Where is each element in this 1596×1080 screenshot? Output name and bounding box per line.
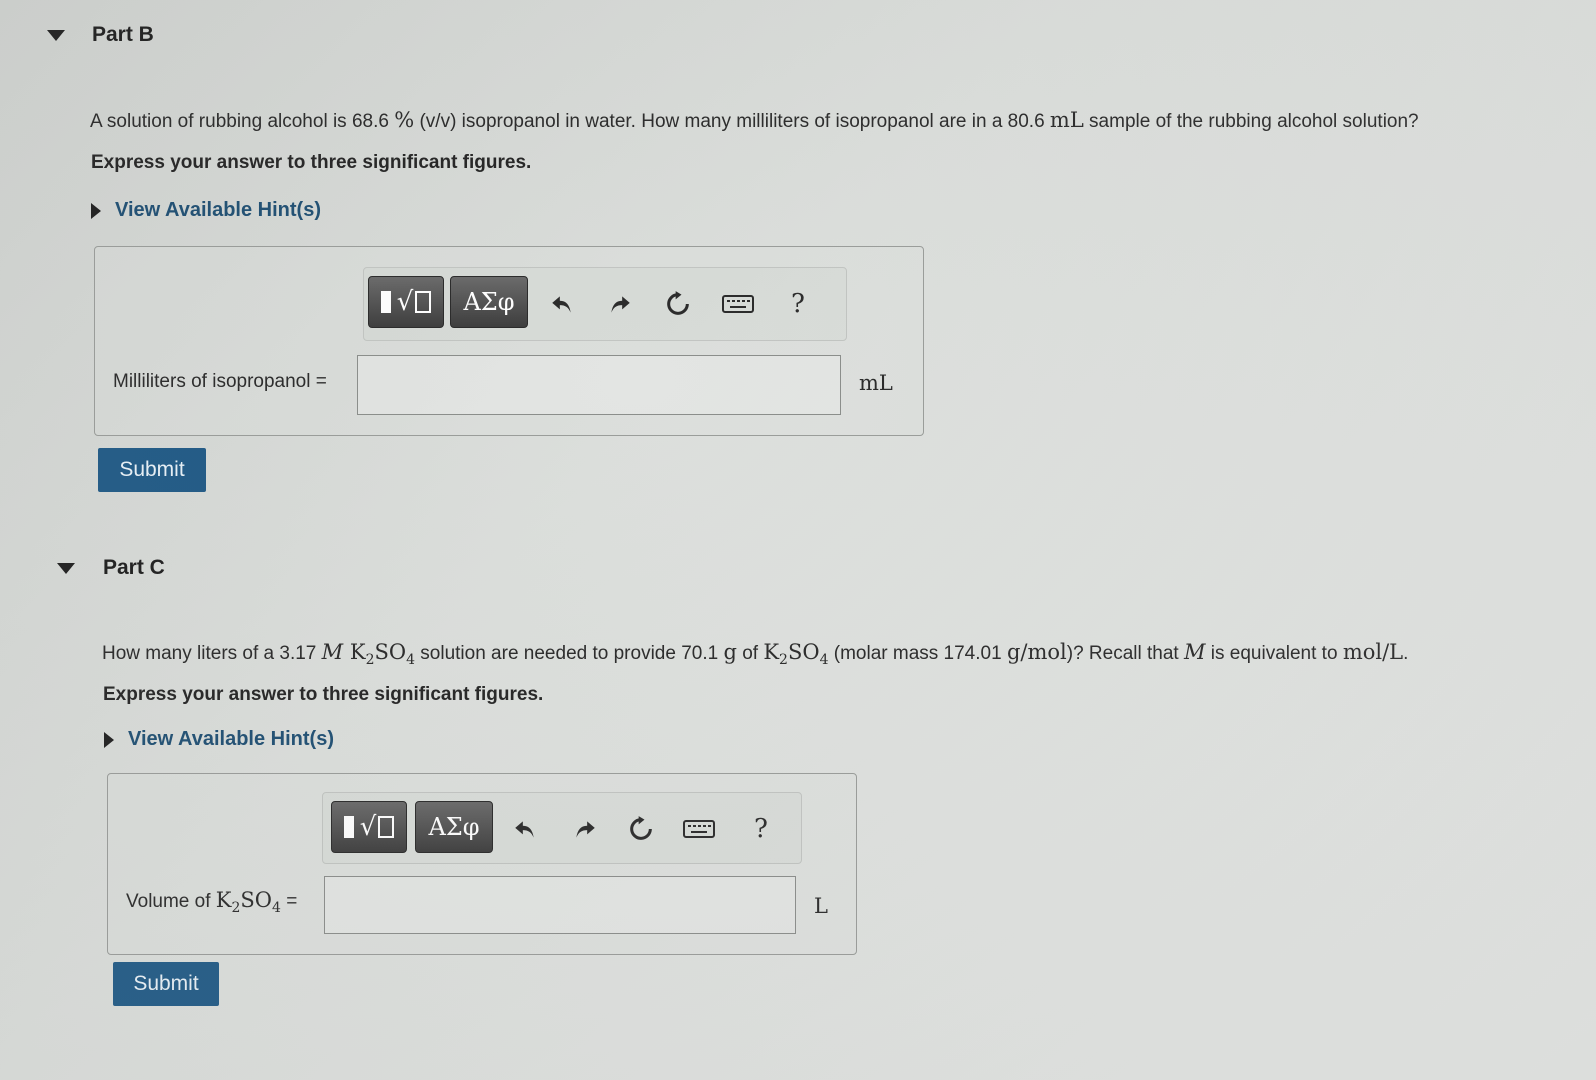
template-block-icon bbox=[380, 291, 391, 313]
keyboard-icon[interactable] bbox=[718, 286, 758, 322]
part-c-submit-button[interactable]: Submit bbox=[113, 962, 219, 1006]
template-block-icon bbox=[343, 816, 354, 838]
part-c-answer-label: Volume of K2SO4 = bbox=[126, 888, 298, 917]
part-b-question: A solution of rubbing alcohol is 68.6 % … bbox=[90, 108, 1419, 132]
greek-symbols-button[interactable]: ΑΣφ bbox=[450, 276, 528, 328]
part-c-title: Part C bbox=[103, 556, 165, 579]
sqrt-icon: √ bbox=[396, 287, 414, 317]
template-box-icon bbox=[378, 816, 395, 838]
redo-icon[interactable] bbox=[602, 286, 638, 322]
help-icon[interactable]: ? bbox=[780, 286, 816, 322]
templates-button[interactable]: √ bbox=[331, 801, 407, 853]
templates-button[interactable]: √ bbox=[368, 276, 444, 328]
part-b-collapse-caret[interactable] bbox=[47, 30, 65, 41]
reset-icon[interactable] bbox=[623, 811, 659, 847]
undo-icon[interactable] bbox=[544, 286, 580, 322]
part-b-answer-label: Milliliters of isopropanol = bbox=[113, 371, 327, 392]
part-c-answer-input[interactable] bbox=[324, 876, 796, 934]
part-b-hint-toggle[interactable]: View Available Hint(s) bbox=[91, 199, 321, 222]
part-c-math-toolbar: √ ΑΣφ ? bbox=[322, 792, 802, 864]
redo-icon[interactable] bbox=[567, 811, 603, 847]
hint-caret-icon bbox=[91, 202, 101, 219]
part-b-title: Part B bbox=[92, 23, 154, 46]
part-c-question: How many liters of a 3.17 M K2SO4 soluti… bbox=[102, 640, 1409, 669]
part-c-instruction: Express your answer to three significant… bbox=[103, 684, 544, 705]
sqrt-icon: √ bbox=[359, 812, 377, 842]
part-b-math-toolbar: √ ΑΣφ ? bbox=[363, 267, 847, 341]
part-b-unit: mL bbox=[859, 371, 893, 395]
part-c-answer-box: √ ΑΣφ ? Volume of K2SO4 = L bbox=[107, 773, 857, 955]
part-b-instruction: Express your answer to three significant… bbox=[91, 152, 532, 173]
part-b-submit-button[interactable]: Submit bbox=[98, 448, 206, 492]
part-b-answer-box: √ ΑΣφ ? Milliliters of isopropanol = mL bbox=[94, 246, 924, 436]
part-c-hint-toggle[interactable]: View Available Hint(s) bbox=[104, 728, 334, 751]
greek-symbols-button[interactable]: ΑΣφ bbox=[415, 801, 493, 853]
undo-icon[interactable] bbox=[507, 811, 543, 847]
part-b-answer-input[interactable] bbox=[357, 355, 841, 415]
reset-icon[interactable] bbox=[660, 286, 696, 322]
hint-caret-icon bbox=[104, 731, 114, 748]
part-c-collapse-caret[interactable] bbox=[57, 563, 75, 574]
template-box-icon bbox=[415, 291, 432, 313]
part-c-unit: L bbox=[814, 894, 828, 918]
help-icon[interactable]: ? bbox=[743, 811, 779, 847]
keyboard-icon[interactable] bbox=[679, 811, 719, 847]
